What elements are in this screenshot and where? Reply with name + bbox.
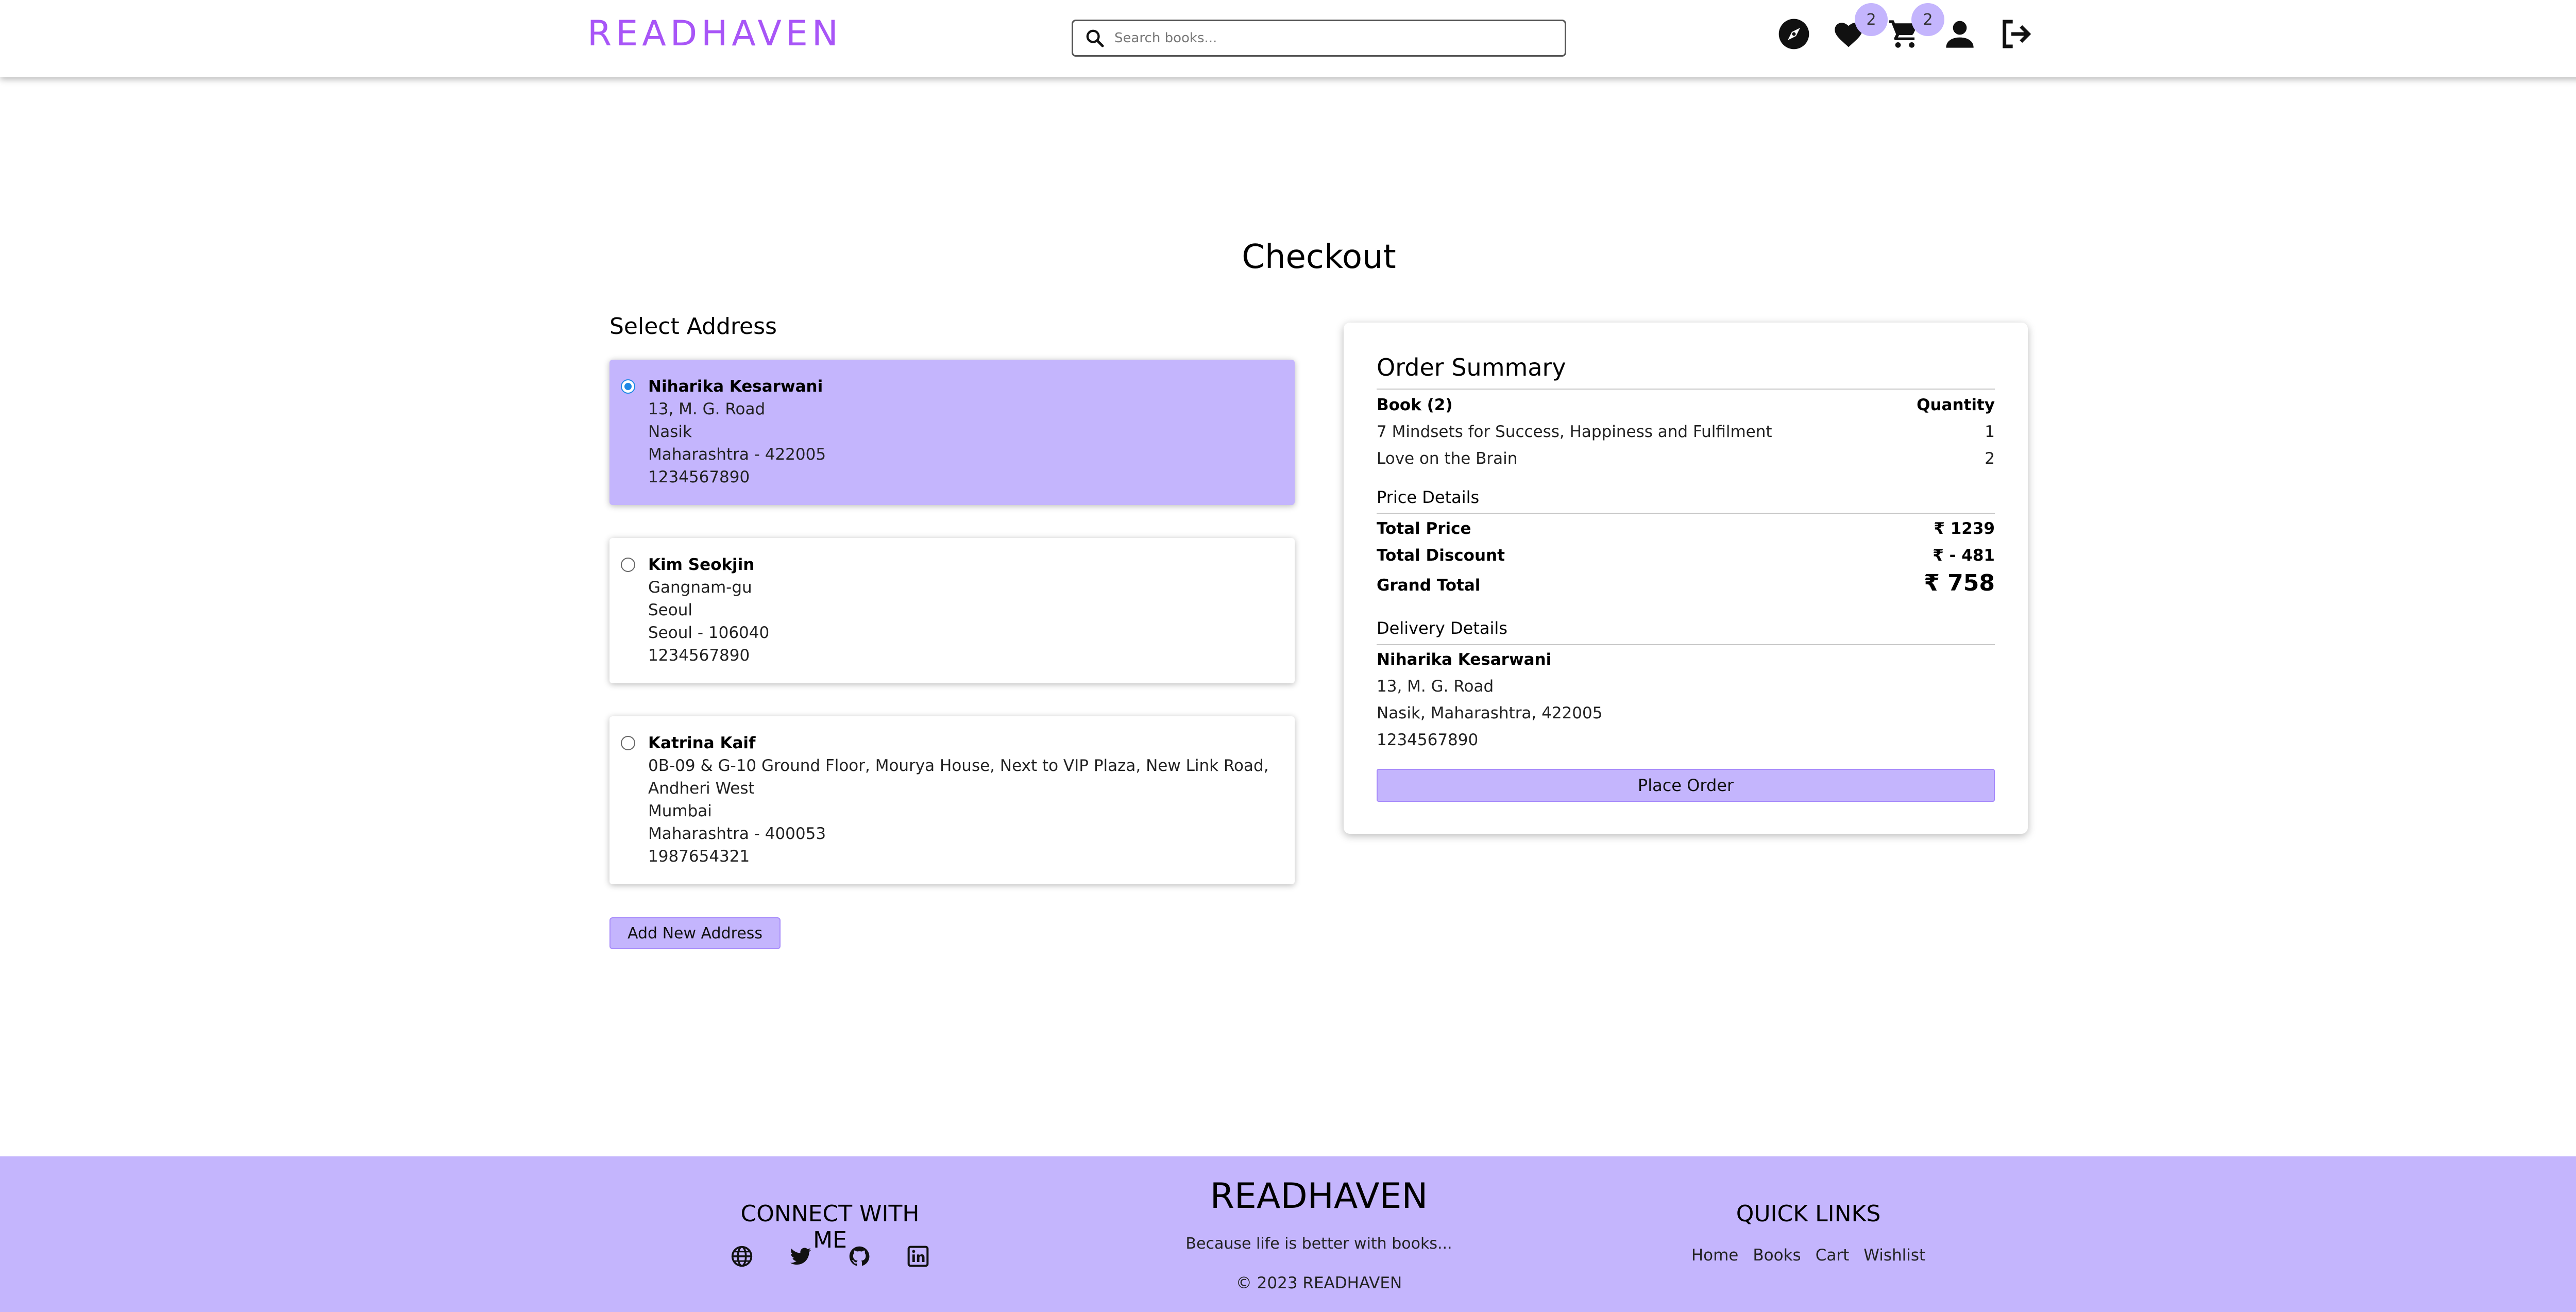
- footer-brand: READHAVEN: [1210, 1176, 1428, 1217]
- search-bar[interactable]: [1072, 20, 1566, 57]
- book-qty: 2: [1985, 449, 1995, 468]
- total-price-value: ₹ 1239: [1934, 519, 1995, 538]
- address-radio-1[interactable]: [621, 379, 635, 394]
- address-street: 0B-09 & G-10 Ground Floor, Mourya House,…: [648, 756, 1269, 775]
- total-discount-value: ₹ - 481: [1933, 546, 1995, 565]
- place-order-button[interactable]: Place Order: [1377, 769, 1995, 802]
- divider: [1377, 389, 1995, 390]
- book-count-header: Book (2): [1377, 396, 1453, 414]
- footer-tagline: Because life is better with books...: [1185, 1235, 1452, 1253]
- address-card-1[interactable]: Niharika Kesarwani 13, M. G. Road Nasik …: [609, 360, 1295, 505]
- total-discount-row: Total Discount ₹ - 481: [1377, 546, 1995, 565]
- quick-links-title: QUICK LINKS: [1736, 1201, 1881, 1227]
- address-city: Nasik: [648, 423, 692, 441]
- address-radio-3[interactable]: [621, 736, 635, 750]
- brand-logo[interactable]: READHAVEN: [587, 13, 842, 54]
- logout-icon: [2003, 20, 2031, 48]
- delivery-city-state: Nasik, Maharashtra, 422005: [1377, 704, 1603, 722]
- summary-book-row: Love on the Brain 2: [1377, 449, 1995, 468]
- summary-header-row: Book (2) Quantity: [1377, 396, 1995, 414]
- delivery-street: 13, M. G. Road: [1377, 677, 1494, 696]
- footer-link-cart[interactable]: Cart: [1816, 1246, 1850, 1265]
- logout-button[interactable]: [1997, 15, 2034, 53]
- address-card-2[interactable]: Kim Seokjin Gangnam-gu Seoul Seoul - 106…: [609, 538, 1295, 683]
- total-price-label: Total Price: [1377, 519, 1471, 538]
- grand-total-value: ₹ 758: [1924, 570, 1995, 596]
- address-city: Mumbai: [648, 802, 712, 820]
- order-summary-card: Order Summary Book (2) Quantity 7 Mindse…: [1344, 323, 2028, 834]
- address-state-zip: Maharashtra - 400053: [648, 825, 826, 843]
- divider: [1377, 644, 1995, 645]
- cart-count-badge: 2: [1911, 3, 1944, 36]
- add-new-address-button[interactable]: Add New Address: [609, 917, 781, 949]
- quick-links: Home Books Cart Wishlist: [1649, 1246, 1968, 1265]
- footer-link-wishlist[interactable]: Wishlist: [1863, 1246, 1925, 1265]
- address-state-zip: Seoul - 106040: [648, 624, 770, 642]
- explore-button[interactable]: [1775, 15, 1812, 53]
- footer-link-home[interactable]: Home: [1691, 1246, 1739, 1265]
- footer-copyright: © 2023 READHAVEN: [1235, 1274, 1402, 1292]
- book-qty: 1: [1985, 423, 1995, 441]
- compass-icon: [1778, 19, 1809, 49]
- address-name: Kim Seokjin: [648, 556, 755, 574]
- user-icon: [1946, 21, 1974, 48]
- wishlist-count-badge: 2: [1855, 3, 1888, 36]
- address-phone: 1234567890: [648, 468, 750, 486]
- price-details-title: Price Details: [1377, 487, 1480, 507]
- address-city: Seoul: [648, 601, 692, 619]
- top-navbar: READHAVEN 2 2: [0, 0, 2576, 77]
- grand-total-label: Grand Total: [1377, 576, 1481, 595]
- grand-total-row: Grand Total ₹ 758: [1377, 570, 1995, 596]
- divider: [1377, 513, 1995, 514]
- address-name: Katrina Kaif: [648, 734, 756, 752]
- total-discount-label: Total Discount: [1377, 546, 1505, 565]
- page-title: Checkout: [1242, 238, 1396, 276]
- delivery-name: Niharika Kesarwani: [1377, 650, 1552, 669]
- summary-book-row: 7 Mindsets for Success, Happiness and Fu…: [1377, 423, 1995, 441]
- address-radio-2[interactable]: [621, 558, 635, 572]
- address-street: 13, M. G. Road: [648, 400, 766, 418]
- book-title: Love on the Brain: [1377, 449, 1518, 468]
- footer: CONNECT WITH ME READHAVEN Because life i…: [0, 1156, 2576, 1312]
- profile-button[interactable]: [1941, 15, 1978, 53]
- footer-link-books[interactable]: Books: [1753, 1246, 1801, 1265]
- address-street-2: Andheri West: [648, 779, 755, 798]
- select-address-heading: Select Address: [609, 313, 777, 340]
- quantity-header: Quantity: [1917, 396, 1995, 414]
- book-title: 7 Mindsets for Success, Happiness and Fu…: [1377, 423, 1772, 441]
- search-input[interactable]: [1114, 30, 1547, 46]
- address-state-zip: Maharashtra - 422005: [648, 445, 826, 464]
- delivery-phone: 1234567890: [1377, 731, 1479, 749]
- search-icon: [1086, 29, 1104, 47]
- total-price-row: Total Price ₹ 1239: [1377, 519, 1995, 538]
- address-phone: 1234567890: [648, 646, 750, 665]
- address-name: Niharika Kesarwani: [648, 377, 823, 396]
- delivery-details-title: Delivery Details: [1377, 618, 1507, 638]
- address-phone: 1987654321: [648, 847, 750, 866]
- address-street: Gangnam-gu: [648, 578, 752, 597]
- address-card-3[interactable]: Katrina Kaif 0B-09 & G-10 Ground Floor, …: [609, 716, 1295, 884]
- order-summary-title: Order Summary: [1377, 354, 1566, 381]
